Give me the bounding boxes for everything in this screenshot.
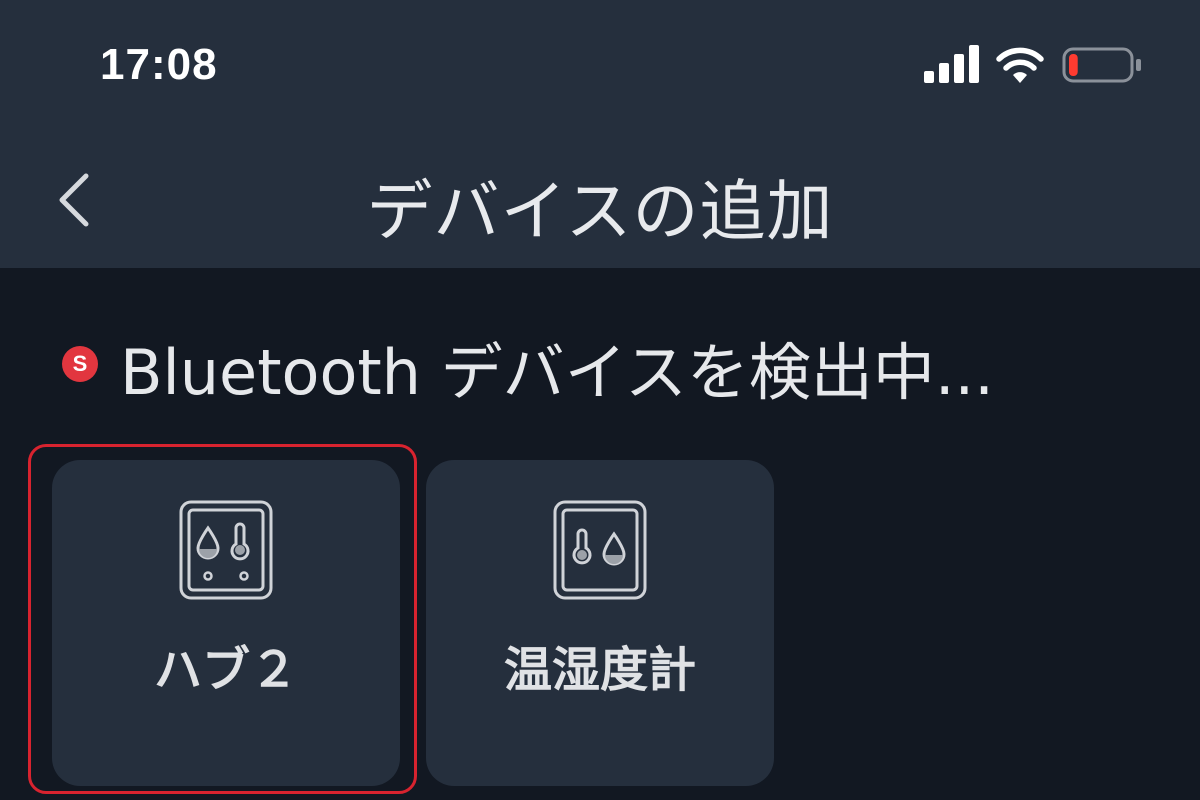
thermo-hygrometer-icon xyxy=(553,500,647,600)
page-title: デバイスの追加 xyxy=(366,173,834,250)
device-card-thermo-hygrometer[interactable]: 温湿度計 xyxy=(426,460,774,786)
wifi-icon xyxy=(996,47,1044,83)
device-label: ハブ２ xyxy=(153,642,298,698)
top-bar: 17:08 デバイスの追加 xyxy=(0,0,1200,268)
device-card-hub2[interactable]: ハブ２ xyxy=(52,460,400,786)
device-label: 温湿度計 xyxy=(503,642,696,698)
scanning-badge-icon: S xyxy=(62,346,98,382)
status-time: 17:08 xyxy=(100,40,218,89)
hub2-device-icon xyxy=(179,500,273,600)
battery-low-icon xyxy=(1062,47,1141,83)
cellular-signal-icon xyxy=(924,45,979,83)
scanning-text: Bluetooth デバイスを検出中... xyxy=(120,336,994,409)
